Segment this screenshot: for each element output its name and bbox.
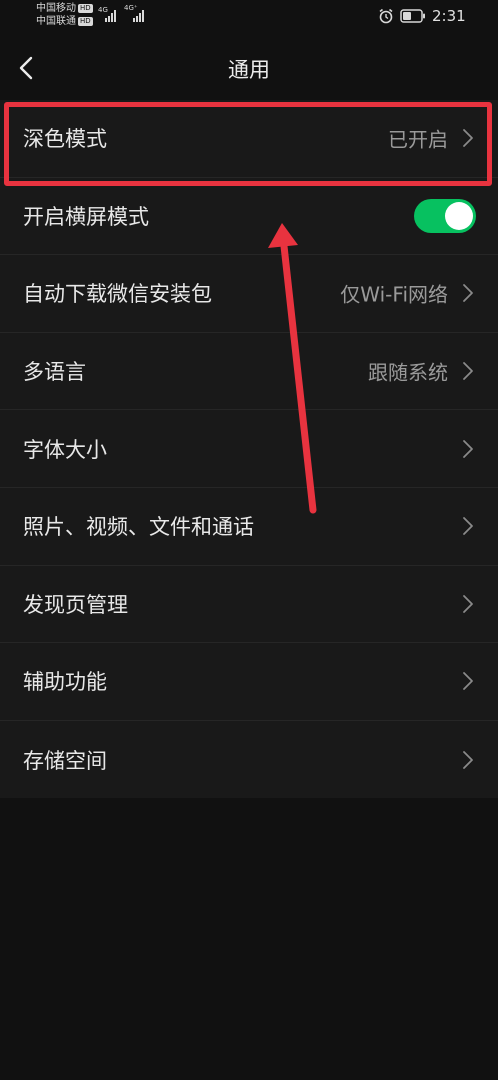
chevron-right-icon	[463, 284, 473, 303]
settings-list: 深色模式 已开启 开启横屏模式 自动下载微信安装包 仅Wi-Fi网络 多语言 跟…	[0, 100, 498, 799]
setting-value: 跟随系统	[368, 360, 448, 385]
chevron-right-icon	[463, 672, 473, 691]
carrier-info: 中国移动 HD 中国联通 HD	[36, 2, 93, 28]
setting-label: 多语言	[23, 360, 86, 385]
landscape-toggle[interactable]	[414, 198, 476, 233]
setting-landscape-mode: 开启横屏模式	[0, 178, 498, 256]
carrier-1: 中国移动	[36, 3, 76, 14]
carrier-2: 中国联通	[36, 16, 76, 27]
setting-label: 自动下载微信安装包	[23, 282, 212, 307]
setting-media[interactable]: 照片、视频、文件和通话	[0, 488, 498, 566]
setting-discover-page[interactable]: 发现页管理	[0, 566, 498, 644]
setting-label: 辅助功能	[23, 670, 107, 695]
hd-badge: HD	[78, 4, 93, 13]
setting-label: 存储空间	[23, 748, 107, 773]
setting-storage[interactable]: 存储空间	[0, 721, 498, 799]
setting-label: 开启横屏模式	[23, 204, 149, 229]
clock: 2:31	[432, 7, 466, 25]
chevron-right-icon	[463, 439, 473, 458]
toggle-knob	[445, 201, 473, 230]
signal-icon	[105, 10, 116, 22]
setting-language[interactable]: 多语言 跟随系统	[0, 333, 498, 411]
status-bar: 中国移动 HD 中国联通 HD 4G 4G⁺ 2:31	[0, 0, 498, 36]
setting-font-size[interactable]: 字体大小	[0, 410, 498, 488]
chevron-right-icon	[463, 362, 473, 380]
signal-icon	[133, 10, 144, 22]
battery-icon	[400, 9, 425, 23]
setting-accessibility[interactable]: 辅助功能	[0, 643, 498, 721]
nav-bar: 通用	[0, 36, 498, 100]
setting-label: 字体大小	[23, 437, 107, 462]
hd-badge: HD	[78, 17, 93, 26]
setting-label: 深色模式	[23, 127, 107, 152]
alarm-icon	[379, 8, 393, 24]
setting-label: 发现页管理	[23, 592, 128, 617]
setting-label: 照片、视频、文件和通话	[23, 515, 254, 540]
chevron-right-icon	[463, 750, 473, 769]
chevron-right-icon	[463, 517, 473, 536]
chevron-right-icon	[463, 594, 473, 613]
setting-value: 仅Wi-Fi网络	[340, 282, 448, 307]
page-title: 通用	[228, 58, 270, 82]
setting-dark-mode[interactable]: 深色模式 已开启	[0, 100, 498, 178]
setting-value: 已开启	[388, 127, 448, 152]
chevron-right-icon	[463, 129, 473, 148]
setting-auto-download[interactable]: 自动下载微信安装包 仅Wi-Fi网络	[0, 255, 498, 333]
